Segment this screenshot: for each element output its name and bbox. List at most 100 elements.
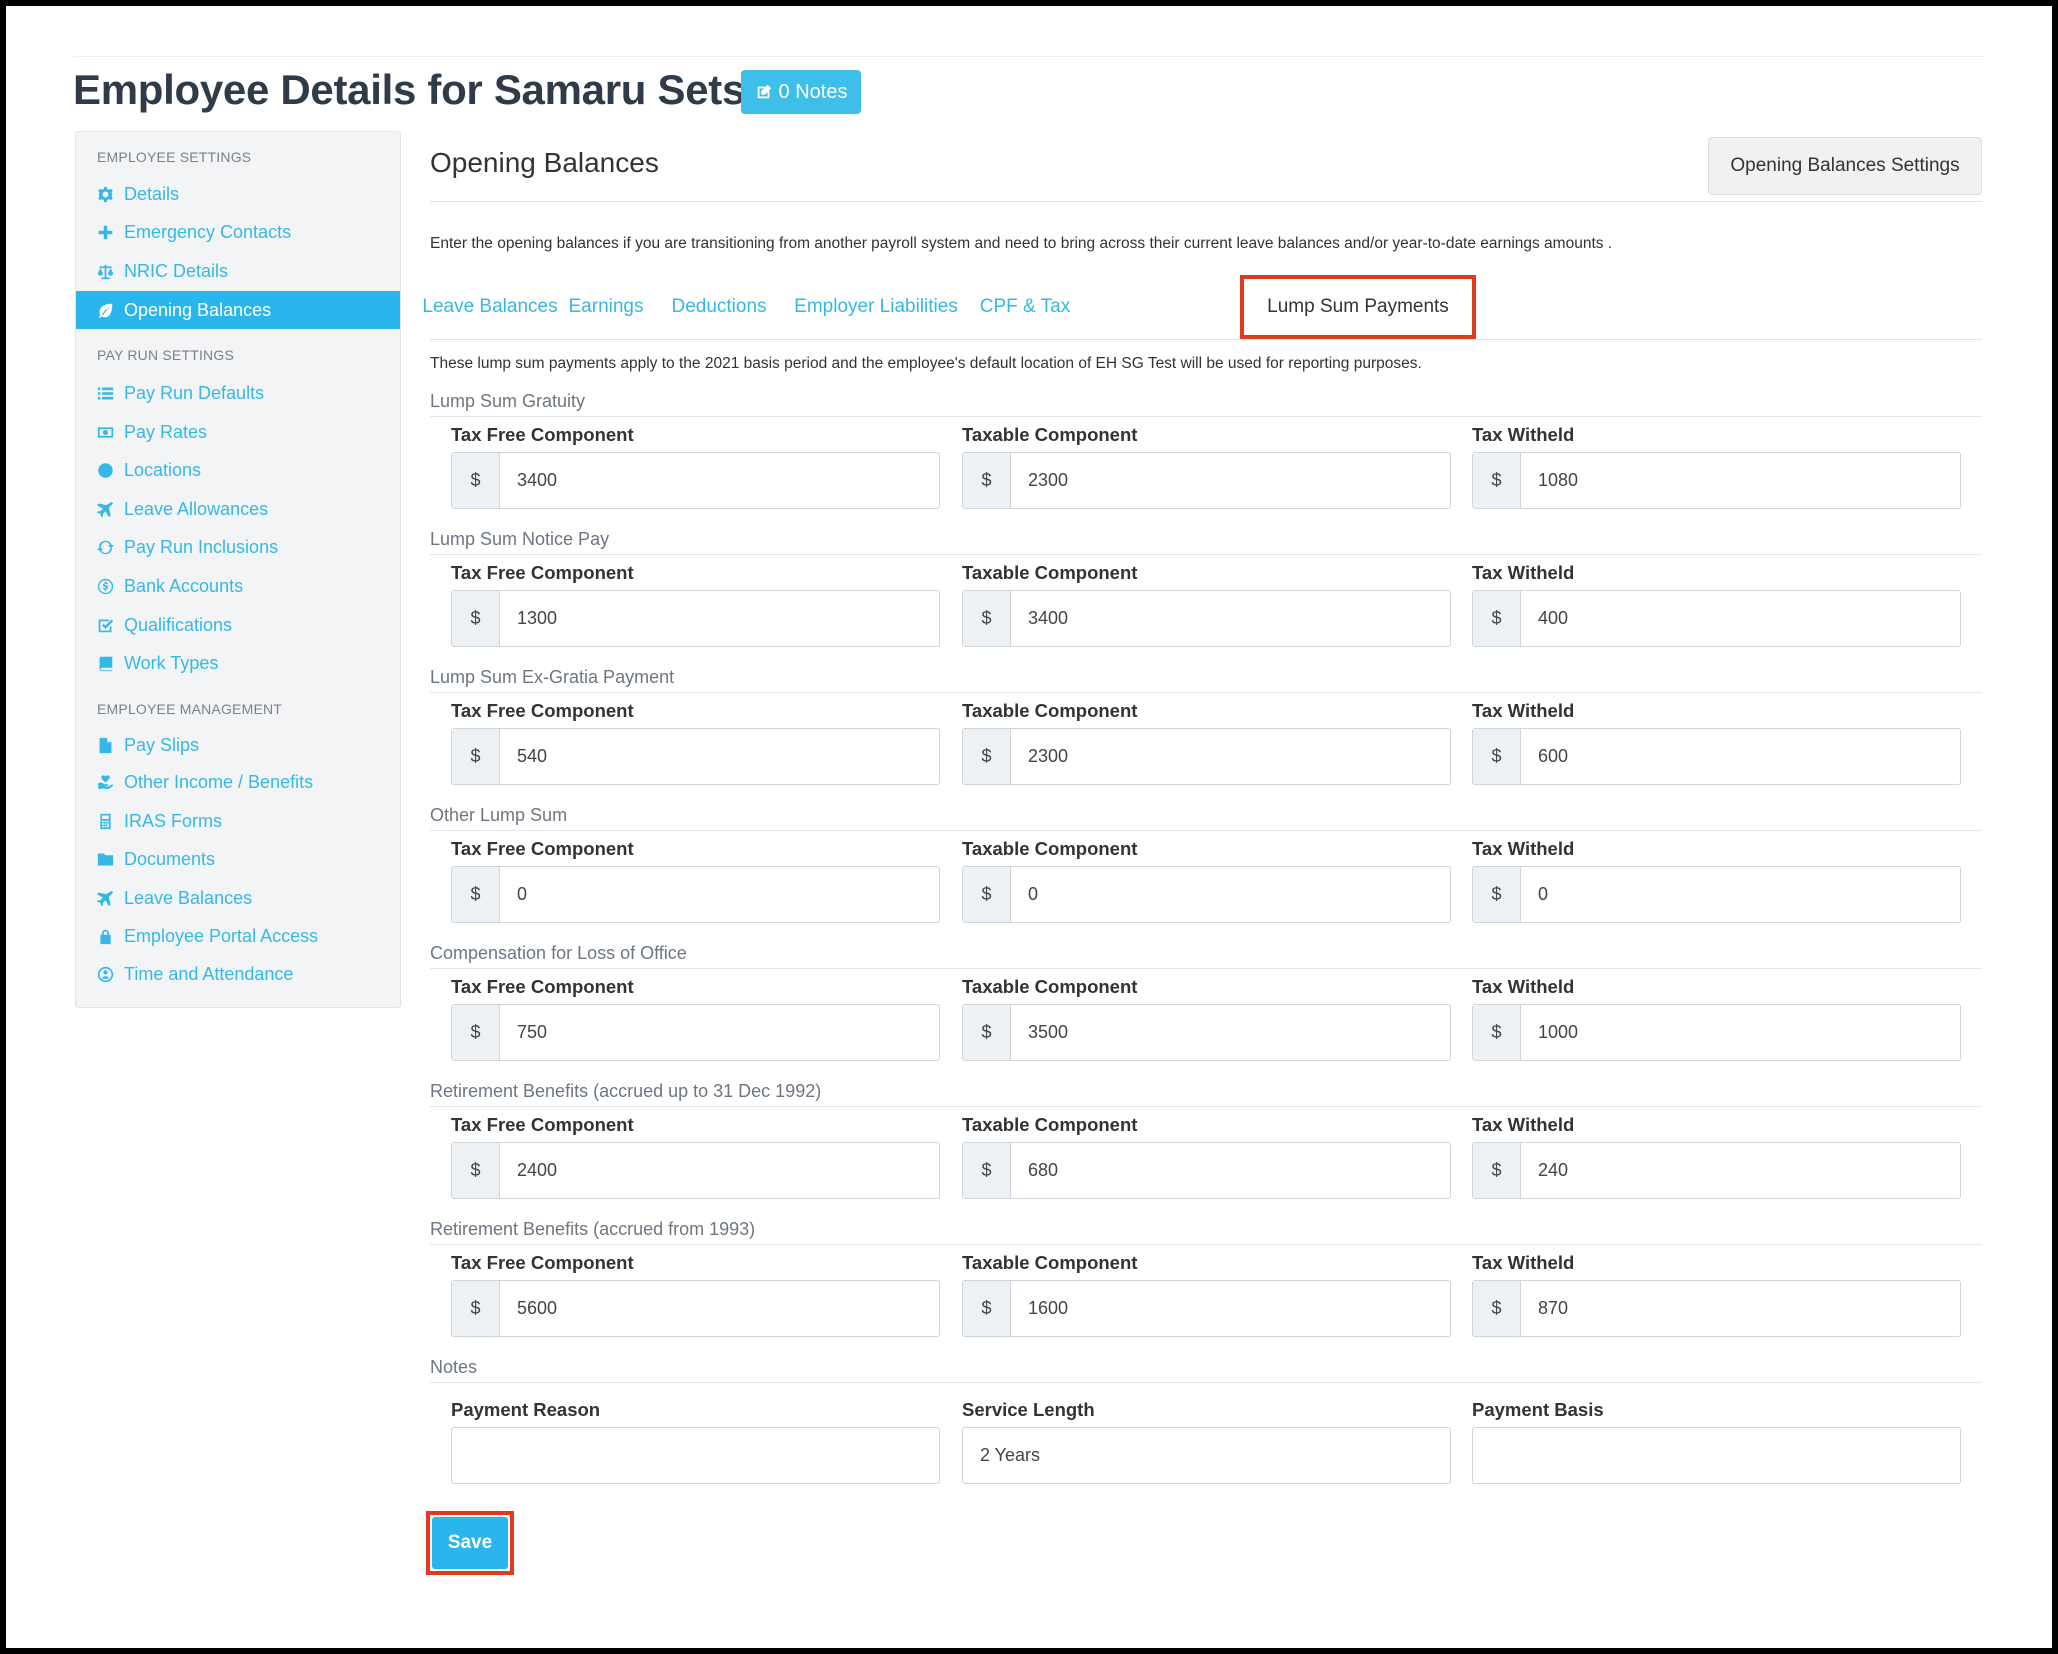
sidebar-item-pay-slips[interactable]: Pay Slips bbox=[76, 726, 400, 764]
tab-cpf-tax[interactable]: CPF & Tax bbox=[972, 275, 1078, 339]
sidebar-item-label: Documents bbox=[124, 848, 216, 869]
tax-witheld-input[interactable] bbox=[1521, 1005, 1960, 1060]
sidebar-item-bank-accounts[interactable]: Bank Accounts bbox=[76, 567, 400, 605]
list-icon bbox=[97, 384, 119, 402]
tax-witheld-field: $ bbox=[1472, 452, 1961, 509]
sidebar-item-details[interactable]: Details bbox=[76, 175, 400, 213]
save-button[interactable]: Save bbox=[432, 1517, 508, 1569]
currency-addon: $ bbox=[452, 729, 500, 784]
sidebar-item-iras-forms[interactable]: IRAS Forms bbox=[76, 802, 400, 840]
group-title: Other Lump Sum bbox=[430, 805, 568, 825]
currency-addon: $ bbox=[963, 1005, 1011, 1060]
sidebar-item-pay-run-inclusions[interactable]: Pay Run Inclusions bbox=[76, 528, 400, 566]
refresh-icon bbox=[97, 538, 119, 556]
lock-icon bbox=[97, 927, 119, 945]
opening-balances-settings-button[interactable]: Opening Balances Settings bbox=[1708, 137, 1982, 195]
tax-free-component-input[interactable] bbox=[500, 591, 939, 646]
notes-button[interactable]: 0 Notes bbox=[741, 70, 861, 114]
currency-addon: $ bbox=[1473, 591, 1521, 646]
clock-user-icon bbox=[97, 965, 119, 983]
currency-addon: $ bbox=[1473, 1005, 1521, 1060]
tab-employer-liabilities[interactable]: Employer Liabilities bbox=[785, 275, 967, 339]
taxable-component-input[interactable] bbox=[1011, 1281, 1450, 1336]
taxable-component-field: $ bbox=[962, 1280, 1451, 1337]
scale-icon bbox=[97, 262, 119, 280]
taxable-component-input[interactable] bbox=[1011, 453, 1450, 508]
lump-sum-hint-text: These lump sum payments apply to the 202… bbox=[430, 355, 1422, 372]
sidebar-item-locations[interactable]: Locations bbox=[76, 451, 400, 489]
currency-addon: $ bbox=[452, 1005, 500, 1060]
tax-free-component-input[interactable] bbox=[500, 1281, 939, 1336]
sidebar-item-emergency-contacts[interactable]: Emergency Contacts bbox=[76, 213, 400, 251]
notes-section-divider bbox=[430, 1382, 1982, 1383]
tax-witheld-input[interactable] bbox=[1521, 867, 1960, 922]
hand-heart-icon bbox=[97, 773, 119, 791]
book-icon bbox=[97, 654, 119, 672]
currency-addon: $ bbox=[963, 453, 1011, 508]
sidebar-item-opening-balances[interactable]: Opening Balances bbox=[76, 291, 400, 329]
sidebar-item-leave-balances[interactable]: Leave Balances bbox=[76, 879, 400, 917]
tax-witheld-input[interactable] bbox=[1521, 1281, 1960, 1336]
page-title: Employee Details for Samaru Setsu bbox=[73, 66, 771, 113]
sidebar-item-other-income-benefits[interactable]: Other Income / Benefits bbox=[76, 763, 400, 801]
tax-free-component-field: $ bbox=[451, 866, 940, 923]
taxable-component-label: Taxable Component bbox=[962, 976, 1138, 997]
sidebar-item-label: IRAS Forms bbox=[124, 810, 223, 831]
service-length-label: Service Length bbox=[962, 1399, 1095, 1420]
tab-leave-balances[interactable]: Leave Balances bbox=[422, 275, 557, 339]
tax-witheld-input[interactable] bbox=[1521, 1143, 1960, 1198]
sidebar-item-label: Pay Run Defaults bbox=[124, 382, 265, 403]
tax-free-component-input[interactable] bbox=[500, 867, 939, 922]
dollar-circle-icon bbox=[97, 577, 119, 595]
tax-witheld-label: Tax Witheld bbox=[1472, 1252, 1575, 1273]
taxable-component-input[interactable] bbox=[1011, 1005, 1450, 1060]
tab-lump-sum-payments[interactable]: Lump Sum Payments bbox=[1240, 275, 1476, 339]
plane-icon bbox=[97, 500, 119, 518]
group-divider bbox=[430, 416, 1982, 417]
payment-basis-input[interactable] bbox=[1472, 1427, 1961, 1484]
tax-witheld-input[interactable] bbox=[1521, 591, 1960, 646]
tab-bar: Leave Balances Earnings Deductions Emplo… bbox=[422, 275, 1982, 340]
taxable-component-field: $ bbox=[962, 1142, 1451, 1199]
sidebar-item-pay-rates[interactable]: Pay Rates bbox=[76, 413, 400, 451]
sidebar-item-nric-details[interactable]: NRIC Details bbox=[76, 252, 400, 290]
tax-witheld-label: Tax Witheld bbox=[1472, 562, 1575, 583]
currency-addon: $ bbox=[452, 1143, 500, 1198]
sidebar-item-time-and-attendance[interactable]: Time and Attendance bbox=[76, 955, 400, 993]
file-icon bbox=[97, 736, 119, 754]
tax-free-component-input[interactable] bbox=[500, 453, 939, 508]
sidebar-item-documents[interactable]: Documents bbox=[76, 840, 400, 878]
taxable-component-label: Taxable Component bbox=[962, 700, 1138, 721]
sidebar-item-label: Leave Allowances bbox=[124, 498, 269, 519]
tax-free-component-label: Tax Free Component bbox=[451, 838, 634, 859]
sidebar-item-label: Leave Balances bbox=[124, 887, 253, 908]
sidebar-item-work-types[interactable]: Work Types bbox=[76, 644, 400, 682]
tax-free-component-input[interactable] bbox=[500, 729, 939, 784]
taxable-component-input[interactable] bbox=[1011, 867, 1450, 922]
group-divider bbox=[430, 830, 1982, 831]
sidebar-item-label: Pay Slips bbox=[124, 734, 200, 755]
tax-free-component-label: Tax Free Component bbox=[451, 700, 634, 721]
taxable-component-input[interactable] bbox=[1011, 1143, 1450, 1198]
tax-witheld-input[interactable] bbox=[1521, 453, 1960, 508]
taxable-component-input[interactable] bbox=[1011, 591, 1450, 646]
sidebar-item-label: Locations bbox=[124, 459, 202, 480]
tax-free-component-input[interactable] bbox=[500, 1143, 939, 1198]
tax-free-component-input[interactable] bbox=[500, 1005, 939, 1060]
currency-addon: $ bbox=[963, 867, 1011, 922]
taxable-component-input[interactable] bbox=[1011, 729, 1450, 784]
payment-reason-input[interactable] bbox=[451, 1427, 940, 1484]
gear-icon bbox=[97, 185, 119, 203]
sidebar-item-employee-portal-access[interactable]: Employee Portal Access bbox=[76, 917, 400, 955]
tax-witheld-input[interactable] bbox=[1521, 729, 1960, 784]
tax-witheld-label: Tax Witheld bbox=[1472, 1114, 1575, 1135]
sidebar-item-pay-run-defaults[interactable]: Pay Run Defaults bbox=[76, 374, 400, 412]
tab-deductions[interactable]: Deductions bbox=[661, 275, 777, 339]
taxable-component-label: Taxable Component bbox=[962, 424, 1138, 445]
service-length-input[interactable] bbox=[962, 1427, 1451, 1484]
sidebar-item-qualifications[interactable]: Qualifications bbox=[76, 606, 400, 644]
notes-section-title: Notes bbox=[430, 1357, 478, 1377]
plus-icon bbox=[97, 223, 119, 241]
tab-earnings[interactable]: Earnings bbox=[560, 275, 652, 339]
sidebar-item-leave-allowances[interactable]: Leave Allowances bbox=[76, 490, 400, 528]
